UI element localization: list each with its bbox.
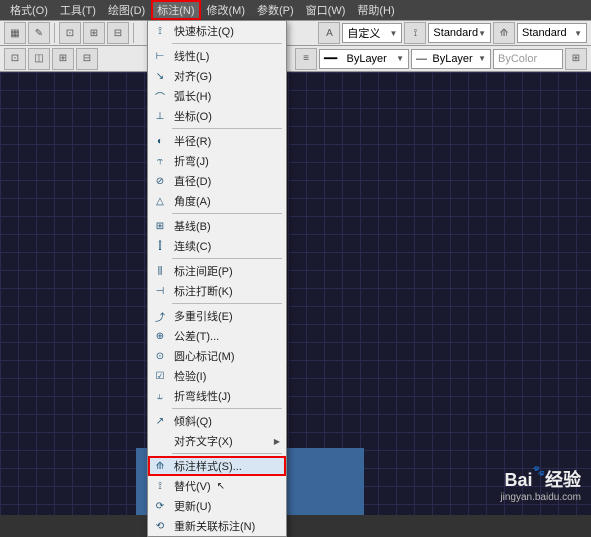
menu-arc-length[interactable]: ⌒弧长(H) xyxy=(148,86,286,106)
combo-bycolor[interactable]: ByColor xyxy=(493,49,563,69)
tool-icon[interactable]: ⟟ xyxy=(404,22,426,44)
tool-icon[interactable]: A xyxy=(318,22,340,44)
reassociate-icon: ⟲ xyxy=(150,518,170,534)
menu-baseline[interactable]: ⊞基线(B) xyxy=(148,216,286,236)
menu-dim-style[interactable]: ⟰标注样式(S)... xyxy=(148,456,286,476)
menu-diameter[interactable]: ⊘直径(D) xyxy=(148,171,286,191)
chevron-down-icon: ▼ xyxy=(574,29,582,38)
jogged-linear-icon: ⥿ xyxy=(150,388,170,404)
menu-center-mark[interactable]: ⊙圆心标记(M) xyxy=(148,346,286,366)
menu-ordinate[interactable]: ⊥坐标(O) xyxy=(148,106,286,126)
watermark: Bai🐾经验 jingyan.baidu.com xyxy=(500,466,581,503)
tool-icon[interactable]: ⊡ xyxy=(59,22,81,44)
jogged-icon: ⥾ xyxy=(150,153,170,169)
tool-icon[interactable]: ▦ xyxy=(4,22,26,44)
tool-icon[interactable]: ⊞ xyxy=(52,48,74,70)
toolbar-row-1: ▦ ✎ ⊡ ⊞ ⊟ A 自定义▼ ⟟ Standard▼ ⟰ Standard▼ xyxy=(0,20,591,46)
menu-align-text[interactable]: 对齐文字(X)▶ xyxy=(148,431,286,451)
menu-angular[interactable]: △角度(A) xyxy=(148,191,286,211)
menu-aligned[interactable]: ↘对齐(G) xyxy=(148,66,286,86)
center-icon: ⊙ xyxy=(150,348,170,364)
menu-dim-break[interactable]: ⊣标注打断(K) xyxy=(148,281,286,301)
combo-bylayer[interactable]: — ByLayer▼ xyxy=(411,49,491,69)
tool-icon[interactable]: ≡ xyxy=(295,48,317,70)
baseline-icon: ⊞ xyxy=(150,218,170,234)
tool-icon[interactable]: ⊟ xyxy=(107,22,129,44)
menu-dimension[interactable]: 标注(N) xyxy=(151,0,200,20)
menu-window[interactable]: 窗口(W) xyxy=(300,0,352,20)
combo-custom[interactable]: 自定义▼ xyxy=(342,23,402,43)
cursor-icon: ↖ xyxy=(217,481,225,492)
tool-icon[interactable]: ⊟ xyxy=(76,48,98,70)
dim-style-icon: ⟰ xyxy=(150,458,170,474)
menu-dim-space[interactable]: ⫼标注间距(P) xyxy=(148,261,286,281)
chevron-down-icon: ▼ xyxy=(396,54,404,63)
combo-standard[interactable]: Standard▼ xyxy=(428,23,491,43)
menubar: 格式(O) 工具(T) 绘图(D) 标注(N) 修改(M) 参数(P) 窗口(W… xyxy=(0,0,591,20)
menu-radius[interactable]: ◐半径(R) xyxy=(148,131,286,151)
linear-icon: ⊢ xyxy=(150,48,170,64)
menu-help[interactable]: 帮助(H) xyxy=(351,0,400,20)
watermark-url: jingyan.baidu.com xyxy=(500,492,581,503)
ordinate-icon: ⊥ xyxy=(150,108,170,124)
quick-dim-icon: ⟟ xyxy=(150,23,170,39)
toolbar-row-2: ⊡ ◫ ⊞ ⊟ ≡ ━━ ByLayer▼ — ByLayer▼ ByColor… xyxy=(0,46,591,72)
menu-override[interactable]: ⟟替代(V)↖ xyxy=(148,476,286,496)
submenu-arrow-icon: ▶ xyxy=(274,437,280,446)
tolerance-icon: ⊕ xyxy=(150,328,170,344)
menu-format[interactable]: 格式(O) xyxy=(4,0,54,20)
menu-reassociate[interactable]: ⟲重新关联标注(N) xyxy=(148,516,286,536)
menu-param[interactable]: 参数(P) xyxy=(251,0,300,20)
tool-icon[interactable]: ⊞ xyxy=(565,48,587,70)
continue-icon: ⫿ xyxy=(150,238,170,254)
tool-icon[interactable]: ◫ xyxy=(28,48,50,70)
inspection-icon: ☑ xyxy=(150,368,170,384)
align-text-icon xyxy=(150,433,170,449)
tool-icon[interactable]: ⟰ xyxy=(493,22,515,44)
watermark-logo: Bai🐾经验 xyxy=(500,466,581,492)
menu-tools[interactable]: 工具(T) xyxy=(54,0,102,20)
menu-draw[interactable]: 绘图(D) xyxy=(102,0,151,20)
menu-jogged[interactable]: ⥾折弯(J) xyxy=(148,151,286,171)
arc-icon: ⌒ xyxy=(150,88,170,104)
menu-continue[interactable]: ⫿连续(C) xyxy=(148,236,286,256)
menu-linear[interactable]: ⊢线性(L) xyxy=(148,46,286,66)
angular-icon: △ xyxy=(150,193,170,209)
combo-standard[interactable]: Standard▼ xyxy=(517,23,587,43)
dimension-menu-dropdown: ⟟快速标注(Q) ⊢线性(L) ↘对齐(G) ⌒弧长(H) ⊥坐标(O) ◐半径… xyxy=(147,20,287,537)
dim-break-icon: ⊣ xyxy=(150,283,170,299)
menu-quick-dim[interactable]: ⟟快速标注(Q) xyxy=(148,21,286,41)
chevron-down-icon: ▼ xyxy=(390,29,398,38)
chevron-down-icon: ▼ xyxy=(478,54,486,63)
combo-bylayer[interactable]: ━━ ByLayer▼ xyxy=(319,49,409,69)
mleader-icon: ⤴ xyxy=(150,308,170,324)
menu-inspection[interactable]: ☑检验(I) xyxy=(148,366,286,386)
menu-update[interactable]: ⟳更新(U) xyxy=(148,496,286,516)
menu-tolerance[interactable]: ⊕公差(T)... xyxy=(148,326,286,346)
tool-icon[interactable]: ⊡ xyxy=(4,48,26,70)
menu-oblique[interactable]: ↗倾斜(Q) xyxy=(148,411,286,431)
dim-space-icon: ⫼ xyxy=(150,263,170,279)
menu-mleader[interactable]: ⤴多重引线(E) xyxy=(148,306,286,326)
menu-jogged-linear[interactable]: ⥿折弯线性(J) xyxy=(148,386,286,406)
paw-icon: 🐾 xyxy=(533,466,545,477)
oblique-icon: ↗ xyxy=(150,413,170,429)
update-icon: ⟳ xyxy=(150,498,170,514)
tool-icon[interactable]: ⊞ xyxy=(83,22,105,44)
menu-modify[interactable]: 修改(M) xyxy=(201,0,252,20)
diameter-icon: ⊘ xyxy=(150,173,170,189)
chevron-down-icon: ▼ xyxy=(478,29,486,38)
tool-icon[interactable]: ✎ xyxy=(28,22,50,44)
override-icon: ⟟ xyxy=(150,478,170,494)
radius-icon: ◐ xyxy=(150,133,170,149)
aligned-icon: ↘ xyxy=(150,68,170,84)
